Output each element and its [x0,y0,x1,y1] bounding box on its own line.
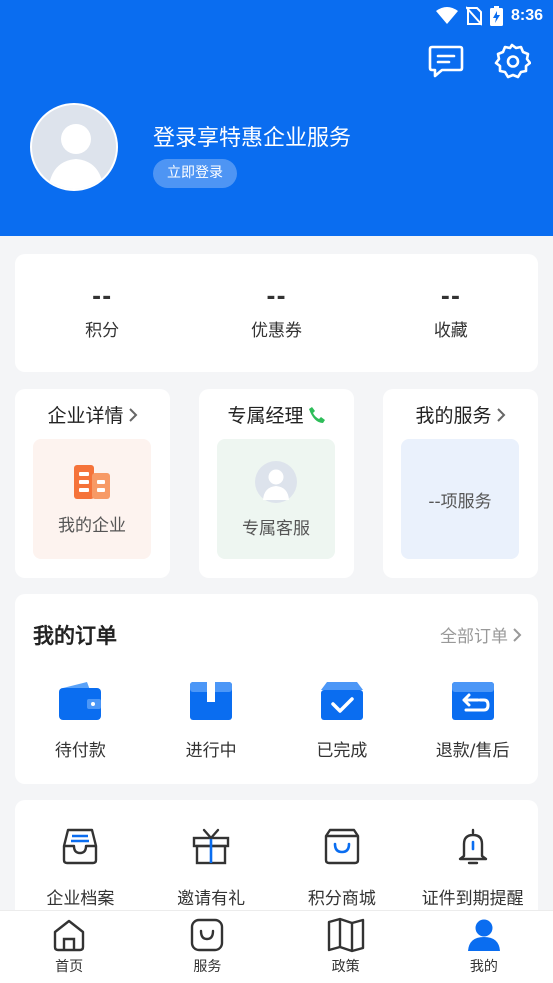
default-avatar-icon [48,124,104,189]
battery-icon [489,6,503,26]
company-details-card[interactable]: 企业详情 我的企业 [15,389,170,578]
order-label: 已完成 [316,741,368,761]
settings-button[interactable] [493,42,531,80]
chevron-right-icon [128,407,137,422]
my-orders-card: 我的订单 全部订单 待付款 进行中 已完成 退款/售后 [15,594,538,784]
my-company-panel[interactable]: 我的企业 [33,439,151,559]
nav-label: 首页 [55,959,84,975]
tool-label: 企业档案 [46,889,115,909]
stat-value: -- [440,284,461,310]
stat-label: 收藏 [433,320,468,341]
all-orders-label: 全部订单 [440,627,508,647]
stats-card: -- 积分 -- 优惠券 -- 收藏 [15,254,538,372]
card-inner-label: 我的企业 [58,515,126,536]
nav-label: 政策 [331,959,360,975]
login-button[interactable]: 立即登录 [153,159,237,188]
nav-label: 服务 [193,959,222,975]
points-mall-tool[interactable]: 积分商城 [277,826,408,909]
card-inner-label: 专属客服 [242,518,310,539]
service-icon [191,918,224,952]
tools-card: 企业档案 邀请有礼 积分商城 证件到期提醒 [15,800,538,920]
orders-title: 我的订单 [33,624,117,648]
order-label: 进行中 [185,741,237,761]
user-icon [467,919,500,951]
company-details-title: 企业详情 [15,401,170,428]
no-sim-icon [465,6,482,26]
bottom-nav: 首页 服务 政策 我的 [0,910,553,983]
home-icon [53,919,85,952]
tool-label: 邀请有礼 [177,889,246,909]
stat-points[interactable]: -- 积分 [15,254,189,372]
service-count-panel[interactable]: --项服务 [401,439,519,559]
service-count: --项服务 [428,491,492,512]
phone-icon[interactable] [308,406,326,424]
message-button[interactable] [427,42,465,80]
avatar[interactable] [30,103,118,191]
order-in-progress[interactable]: 进行中 [146,680,277,761]
done-icon [320,682,363,720]
my-services-title: 我的服务 [383,401,538,428]
chevron-right-icon [496,407,505,422]
stat-value: -- [92,284,113,310]
manager-avatar-icon [255,460,297,503]
archive-icon [63,828,98,865]
tool-label: 积分商城 [307,889,376,909]
chevron-right-icon [513,627,522,642]
book-icon [327,917,364,953]
settings-icon [494,43,531,79]
bell-icon [458,828,487,865]
manager-title: 专属经理 [199,401,354,428]
wallet-icon [59,682,102,720]
nav-home[interactable]: 首页 [0,911,138,983]
invite-gift-tool[interactable]: 邀请有礼 [146,826,277,909]
stat-favorites[interactable]: -- 收藏 [364,254,538,372]
status-bar: 8:36 [0,0,553,32]
order-refund[interactable]: 退款/售后 [407,680,538,761]
nav-label: 我的 [469,959,498,975]
box-icon [190,682,233,720]
nav-mine[interactable]: 我的 [415,911,553,983]
card-title: 企业详情 [47,405,124,427]
gift-icon [192,828,230,865]
stat-coupons[interactable]: -- 优惠券 [189,254,363,372]
card-title: 我的服务 [415,405,492,427]
stat-value: -- [266,284,287,310]
building-icon [74,464,110,499]
order-label: 待付款 [54,741,106,761]
order-completed[interactable]: 已完成 [277,680,408,761]
shopping-bag-icon [324,828,360,865]
message-icon [428,45,464,78]
certificate-reminder-tool[interactable]: 证件到期提醒 [407,826,538,909]
login-prompt[interactable]: 登录享特惠企业服务 [153,120,351,152]
wifi-icon [435,7,458,24]
refund-icon [451,682,494,720]
profile-header: 8:36 登录享特惠企业服务 立即登录 [0,0,553,236]
stat-label: 积分 [85,320,120,341]
company-archive-tool[interactable]: 企业档案 [15,826,146,909]
nav-policy[interactable]: 政策 [277,911,415,983]
order-pending-payment[interactable]: 待付款 [15,680,146,761]
my-services-card[interactable]: 我的服务 --项服务 [383,389,538,578]
manager-card[interactable]: 专属经理 专属客服 [199,389,354,578]
nav-services[interactable]: 服务 [138,911,276,983]
customer-service-panel[interactable]: 专属客服 [217,439,335,559]
order-label: 退款/售后 [435,741,510,761]
tool-label: 证件到期提醒 [421,889,524,909]
all-orders-link[interactable]: 全部订单 [440,622,522,647]
status-time: 8:36 [510,7,543,24]
card-title: 专属经理 [227,405,304,427]
stat-label: 优惠券 [250,320,302,341]
